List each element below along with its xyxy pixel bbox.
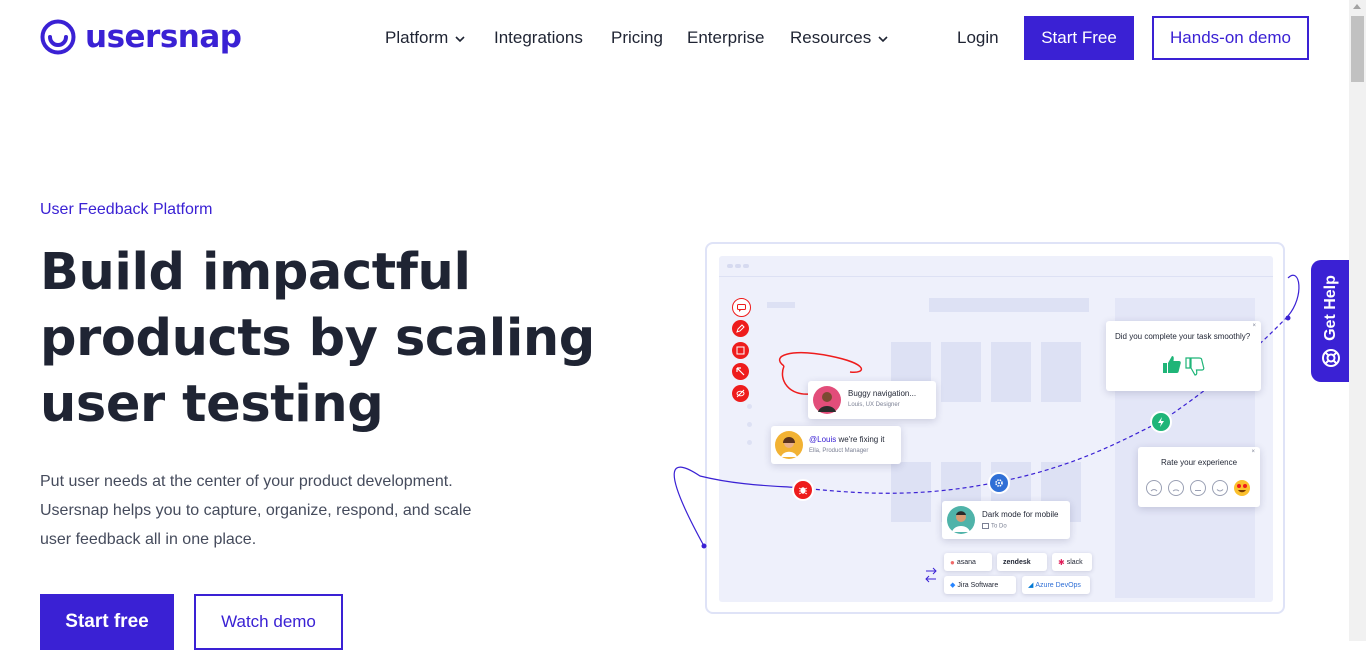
lifebuoy-icon: [1322, 349, 1340, 367]
subtext-line: user feedback all in one place.: [40, 531, 257, 548]
headline-line: products by scaling: [40, 309, 595, 368]
product-illustration: Buggy navigation... Louis, UX Designer @…: [660, 236, 1310, 626]
nav-resources-label: Resources: [790, 28, 872, 47]
hero-eyebrow: User Feedback Platform: [40, 201, 213, 218]
nav-enterprise[interactable]: Enterprise: [687, 28, 764, 48]
get-help-label: Get Help: [1322, 275, 1339, 341]
integration-slack-label: slack: [1066, 558, 1083, 566]
bug-icon: [792, 479, 814, 501]
nav-pricing[interactable]: Pricing: [611, 28, 663, 48]
avatar: [813, 386, 841, 414]
thumbs-up-icon: [1163, 356, 1181, 373]
page-scrollbar[interactable]: [1349, 0, 1366, 641]
reply-text: @Louis we're fixing it: [809, 435, 884, 444]
hero-subtext: Put user needs at the center of your pro…: [40, 467, 560, 554]
scroll-up-icon[interactable]: [1353, 4, 1361, 9]
chevron-down-icon: [878, 35, 888, 42]
integration-azure-label: Azure DevOps: [1035, 581, 1081, 589]
nav-pricing-label: Pricing: [611, 28, 663, 47]
integration-slack: ✱ slack: [1052, 553, 1092, 571]
slack-icon: ✱: [1058, 557, 1065, 567]
usersnap-logo[interactable]: usersnap: [40, 18, 242, 55]
nav-platform-label: Platform: [385, 28, 449, 47]
nav-platform[interactable]: Platform: [385, 28, 465, 48]
get-help-widget[interactable]: Get Help: [1311, 260, 1351, 382]
hero-headline: Build impactful products by scaling user…: [40, 240, 600, 438]
subtext-line: Put user needs at the center of your pro…: [40, 473, 453, 490]
nav-resources[interactable]: Resources: [790, 28, 888, 48]
task-status-label: To Do: [991, 523, 1007, 530]
comment-author: Louis, UX Designer: [848, 402, 900, 408]
integration-jira-label: Jira Software: [957, 581, 999, 589]
reply-comment-card: @Louis we're fixing it Ella, Product Man…: [771, 426, 901, 464]
survey-card: × Did you complete your task smoothly?: [1106, 321, 1261, 391]
rating-title: Rate your experience: [1161, 458, 1238, 467]
integration-zendesk: zendesk: [997, 553, 1047, 571]
nav-integrations[interactable]: Integrations: [494, 28, 583, 48]
mention: @Louis: [809, 435, 837, 444]
nav-integrations-label: Integrations: [494, 28, 583, 47]
integration-jira: ◆ Jira Software: [944, 576, 1016, 594]
close-icon: ×: [1251, 449, 1255, 455]
task-title: Dark mode for mobile: [982, 510, 1059, 519]
comment-title: Buggy navigation...: [848, 389, 917, 398]
integration-asana-label: asana: [956, 558, 976, 566]
asana-icon: ●: [950, 557, 955, 567]
start-free-button[interactable]: Start Free: [1024, 16, 1134, 60]
site-header: usersnap Platform Integrations Pricing E…: [0, 0, 1349, 80]
task-status: To Do: [982, 523, 1007, 530]
usersnap-logo-icon: [40, 19, 76, 55]
hands-on-demo-button[interactable]: Hands-on demo: [1152, 16, 1309, 60]
scrollbar-thumb[interactable]: [1351, 16, 1364, 82]
jira-icon: ◆: [950, 582, 956, 589]
rating-card: × Rate your experience: [1138, 447, 1260, 507]
calendar-icon: [982, 523, 989, 529]
avatar: [947, 506, 975, 534]
lightning-icon: [1150, 411, 1172, 433]
watch-demo-button[interactable]: Watch demo: [194, 594, 343, 650]
start-free-cta-button[interactable]: Start free: [40, 594, 174, 650]
login-link[interactable]: Login: [957, 28, 999, 48]
feedback-comment-card: Buggy navigation... Louis, UX Designer: [808, 381, 936, 419]
chevron-down-icon: [455, 35, 465, 42]
thumbs-down-icon: [1185, 357, 1205, 376]
reply-body: we're fixing it: [836, 435, 885, 444]
avatar: [775, 431, 803, 459]
logo-text: usersnap: [85, 18, 242, 55]
headline-line: user testing: [40, 375, 384, 434]
integration-azure-devops: ◢ Azure DevOps: [1022, 576, 1090, 594]
gear-icon: [988, 472, 1010, 494]
sync-arrows-icon: [925, 567, 937, 583]
headline-line: Build impactful: [40, 243, 471, 302]
close-icon: ×: [1252, 323, 1256, 329]
emoji-rating-scale: [1146, 480, 1250, 496]
integration-asana: ● asana: [944, 553, 992, 571]
task-card: Dark mode for mobile To Do: [942, 501, 1070, 539]
integration-zendesk-label: zendesk: [1003, 558, 1031, 566]
reply-author: Ella, Product Manager: [809, 448, 869, 454]
subtext-line: Usersnap helps you to capture, organize,…: [40, 502, 472, 519]
azure-devops-icon: ◢: [1028, 582, 1034, 589]
nav-enterprise-label: Enterprise: [687, 28, 765, 47]
survey-question: Did you complete your task smoothly?: [1115, 332, 1251, 341]
